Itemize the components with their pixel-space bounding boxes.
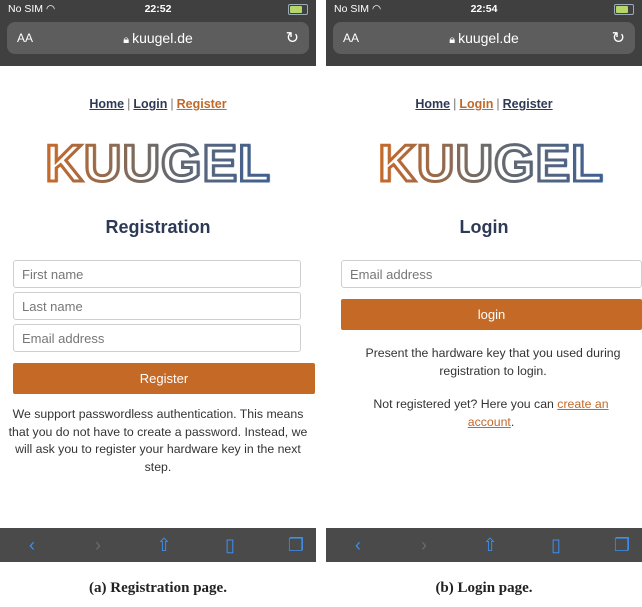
browser-chrome: No SIM ◠ 22:54 AA 🔒︎ kuugel.de ↻	[326, 0, 642, 66]
register-button[interactable]: Register	[13, 363, 315, 394]
url-domain: kuugel.de	[132, 30, 193, 46]
email-field[interactable]	[13, 324, 301, 352]
status-bar: No SIM ◠ 22:52	[0, 0, 316, 18]
registration-screen: No SIM ◠ 22:52 AA 🔒︎ kuugel.de ↻ Home | Log…	[0, 0, 316, 562]
not-registered-text: Not registered yet? Here you can	[373, 397, 554, 411]
bookmarks-icon[interactable]: ▯	[218, 534, 242, 556]
top-nav: Home | Login | Register	[326, 97, 642, 111]
share-icon[interactable]: ⇧	[152, 534, 176, 556]
browser-toolbar: ‹ › ⇧ ▯ ❐	[0, 528, 316, 562]
hardware-key-info: Present the hardware key that you used d…	[365, 346, 621, 378]
caption-login: (b) Login page.	[435, 580, 533, 596]
share-icon[interactable]: ⇧	[478, 534, 502, 556]
browser-chrome: No SIM ◠ 22:52 AA 🔒︎ kuugel.de ↻	[0, 0, 316, 66]
period-text: .	[510, 414, 515, 429]
kuugel-logo: KUUGEL KUUGEL	[44, 134, 273, 190]
svg-text:KUUGEL: KUUGEL	[47, 135, 273, 190]
battery-icon	[614, 4, 634, 15]
nav-register-link[interactable]: Register	[177, 97, 227, 111]
reload-icon[interactable]: ↻	[286, 28, 299, 48]
kuugel-logo: KUUGEL KUUGEL	[377, 134, 606, 190]
nav-home-link[interactable]: Home	[415, 97, 450, 111]
lock-icon: 🔒︎	[123, 34, 130, 46]
create-account-info: Not registered yet? Here you can create …	[356, 396, 626, 431]
back-icon[interactable]: ‹	[346, 534, 370, 556]
svg-text:KUUGEL: KUUGEL	[380, 135, 606, 190]
url-domain: kuugel.de	[458, 30, 519, 46]
status-time: 22:52	[144, 3, 172, 15]
back-icon[interactable]: ‹	[20, 534, 44, 556]
page-title: Registration	[105, 217, 211, 237]
nav-separator: |	[170, 97, 174, 111]
email-field[interactable]	[341, 260, 642, 288]
nav-separator: |	[496, 97, 500, 111]
caption-registration: (a) Registration page.	[89, 580, 227, 596]
tabs-icon[interactable]: ❐	[610, 534, 634, 556]
top-nav: Home | Login | Register	[0, 97, 316, 111]
battery-icon	[288, 4, 308, 15]
nav-login-link[interactable]: Login	[459, 97, 493, 111]
address-bar[interactable]: AA 🔒︎ kuugel.de ↻	[333, 22, 635, 54]
status-bar: No SIM ◠ 22:54	[326, 0, 642, 18]
nav-separator: |	[453, 97, 457, 111]
login-button[interactable]: login	[341, 299, 642, 330]
nav-register-link[interactable]: Register	[503, 97, 553, 111]
passwordless-info: We support passwordless authentication. …	[8, 407, 308, 474]
last-name-field[interactable]	[13, 292, 301, 320]
browser-toolbar: ‹ › ⇧ ▯ ❐	[326, 528, 642, 562]
forward-icon[interactable]: ›	[86, 534, 110, 556]
page-title: Login	[459, 217, 509, 237]
nav-home-link[interactable]: Home	[89, 97, 124, 111]
forward-icon[interactable]: ›	[412, 534, 436, 556]
status-time: 22:54	[470, 3, 498, 15]
bookmarks-icon[interactable]: ▯	[544, 534, 568, 556]
nav-login-link[interactable]: Login	[133, 97, 167, 111]
address-bar[interactable]: AA 🔒︎ kuugel.de ↻	[7, 22, 309, 54]
nav-separator: |	[127, 97, 131, 111]
login-screen: No SIM ◠ 22:54 AA 🔒︎ kuugel.de ↻ Home | Log…	[326, 0, 642, 562]
lock-icon: 🔒︎	[449, 34, 456, 46]
tabs-icon[interactable]: ❐	[284, 534, 308, 556]
reload-icon[interactable]: ↻	[612, 28, 625, 48]
first-name-field[interactable]	[13, 260, 301, 288]
